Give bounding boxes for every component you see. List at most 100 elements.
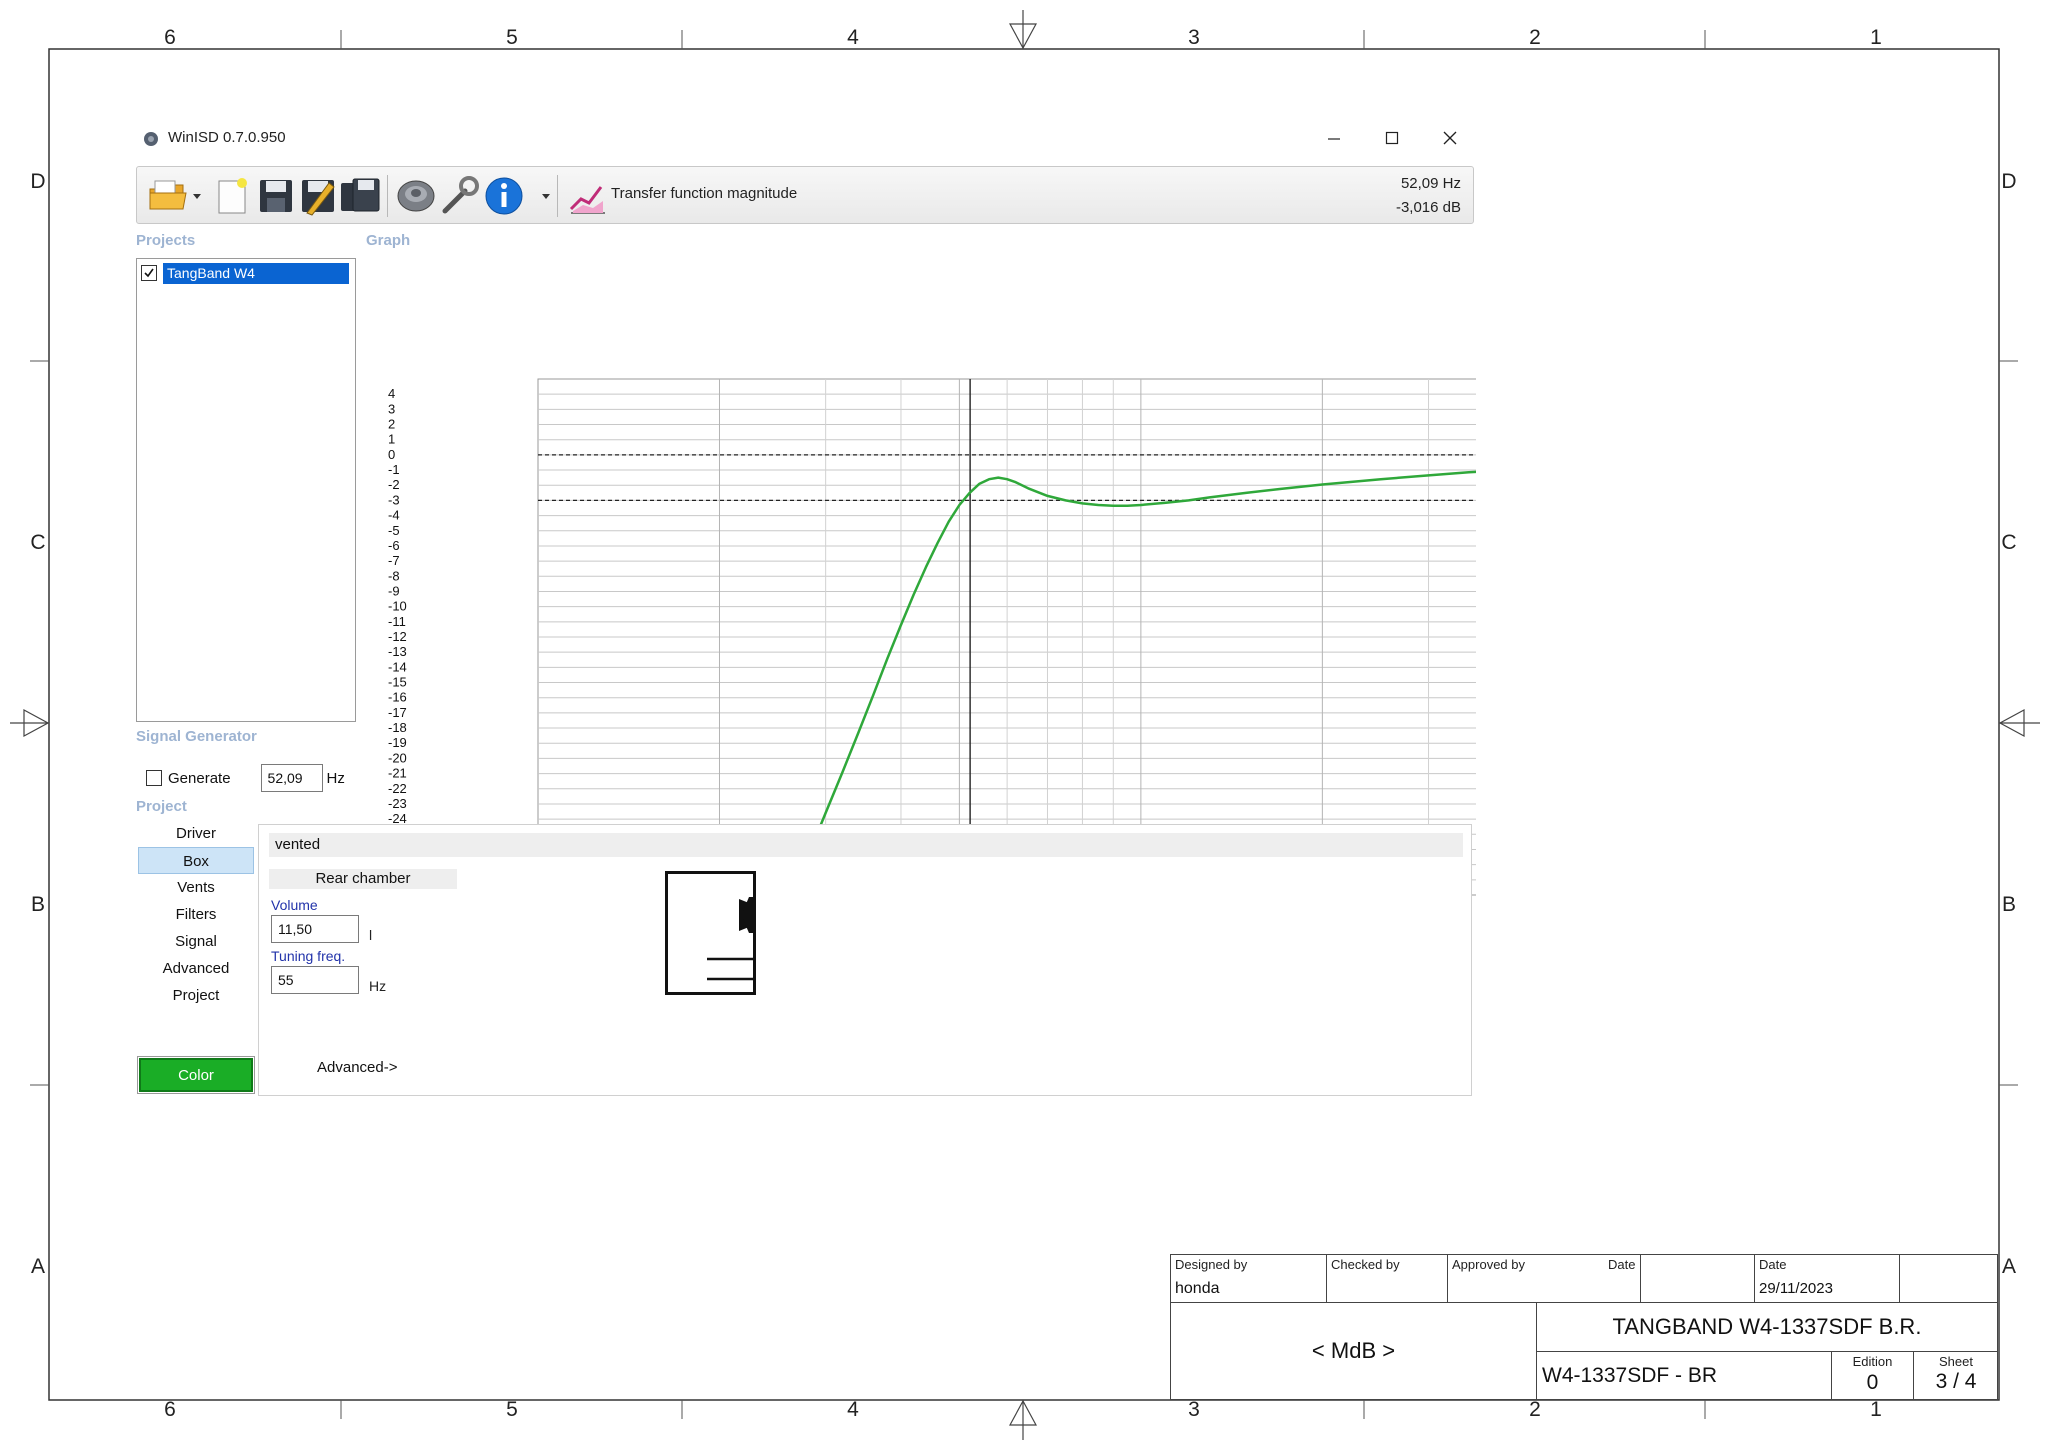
y-tick-label: -11 (388, 614, 406, 629)
date-label: Date (1759, 1257, 1787, 1272)
company-name: < MdB > (1311, 1338, 1396, 1363)
zone-column-label: 3 (1188, 1398, 1200, 1421)
volume-unit: l (369, 927, 373, 943)
zone-column-label: 2 (1529, 26, 1541, 49)
list-item[interactable]: TangBand W4 (141, 262, 349, 284)
zone-column-label: 5 (506, 26, 518, 49)
date-value: 29/11/2023 (1759, 1280, 1833, 1297)
new-project-icon[interactable] (211, 175, 253, 217)
drawing-title: TANGBAND W4-1337SDF B.R. (1612, 1314, 1922, 1339)
generate-checkbox[interactable] (146, 770, 162, 786)
nav-item-driver[interactable]: Driver (138, 820, 254, 847)
edition-value: 0 (1866, 1371, 1879, 1394)
winisd-window: WinISD 0.7.0.950 Transfer function magni… (136, 120, 1476, 1100)
title-block: Designed by honda Checked by Approved by… (1170, 1254, 1998, 1400)
approved-date-label: Date (1608, 1257, 1636, 1272)
save-icon[interactable] (255, 175, 297, 217)
nav-item-project[interactable]: Project (138, 982, 254, 1009)
y-tick-label: -15 (388, 675, 407, 690)
project-name[interactable]: TangBand W4 (163, 262, 349, 284)
save-as-icon[interactable] (297, 175, 339, 217)
y-axis-labels: 43210-1-2-3-4-5-6-7-8-9-10-11-12-13-14-1… (388, 386, 407, 887)
y-tick-label: -16 (388, 690, 407, 705)
y-tick-label: -17 (388, 705, 407, 720)
zone-row-label: D (2001, 170, 2017, 193)
y-tick-label: -13 (388, 644, 407, 659)
zone-column-label: 4 (847, 26, 859, 49)
y-tick-label: -12 (388, 629, 407, 644)
y-tick-label: 3 (388, 401, 395, 416)
graph-type-icon[interactable] (567, 175, 609, 217)
graph-label: Graph (366, 232, 411, 249)
y-tick-label: -1 (388, 462, 400, 477)
toolbar-separator (557, 175, 558, 217)
nav-item-vents[interactable]: Vents (138, 874, 254, 901)
project-checkbox[interactable] (141, 265, 157, 281)
zone-column-label: 6 (164, 1398, 176, 1421)
signal-generator-label: Signal Generator (136, 728, 257, 745)
tools-wrench-icon[interactable] (439, 175, 481, 217)
chevron-down-icon[interactable] (192, 193, 202, 201)
tuning-frequency-label: Tuning freq. (271, 948, 346, 964)
projects-label: Projects (136, 232, 196, 249)
speaker-app-icon (144, 132, 158, 146)
zone-row-label: C (30, 531, 46, 554)
y-tick-label: -3 (388, 492, 400, 507)
toolbar-separator (387, 175, 388, 217)
save-all-icon[interactable] (339, 175, 381, 217)
tuning-frequency-input[interactable]: 55 (271, 966, 359, 994)
close-button[interactable] (1428, 124, 1472, 152)
y-tick-label: -6 (388, 538, 400, 553)
zone-column-label: 5 (506, 1398, 518, 1421)
checkmark-icon (144, 268, 154, 278)
title-bar[interactable]: WinISD 0.7.0.950 (136, 120, 1476, 156)
designed-by-value: honda (1175, 1280, 1220, 1297)
y-tick-label: -23 (388, 796, 407, 811)
tuning-frequency-unit: Hz (369, 978, 387, 994)
driver-speaker-icon[interactable] (395, 175, 437, 217)
main-toolbar: Transfer function magnitude 52,09 Hz -3,… (136, 166, 1474, 224)
generate-label: Generate (168, 769, 231, 787)
y-tick-label: -21 (388, 766, 407, 781)
document-number: W4-1337SDF - BR (1542, 1364, 1718, 1387)
volume-label: Volume (271, 897, 318, 913)
advanced-button[interactable]: Advanced-> (317, 1059, 397, 1076)
y-tick-label: -7 (388, 553, 400, 568)
maximize-icon (1385, 131, 1399, 145)
cursor-level-readout: -3,016 dB (1395, 199, 1461, 216)
sheet-value: 3 / 4 (1935, 1370, 1977, 1393)
zone-row-label: B (2001, 893, 2016, 916)
close-icon (1443, 131, 1457, 145)
zone-row-label: D (30, 170, 46, 193)
y-tick-label: 4 (388, 386, 395, 401)
generator-frequency-input[interactable]: 52,09 (260, 764, 323, 792)
nav-item-box[interactable]: Box (138, 847, 254, 874)
nav-item-filters[interactable]: Filters (138, 901, 254, 928)
rear-chamber-header: Rear chamber (269, 869, 457, 889)
maximize-button[interactable] (1370, 124, 1414, 152)
zone-row-label: C (2001, 531, 2017, 554)
zone-row-label: B (30, 893, 45, 916)
zone-column-label: 2 (1529, 1398, 1541, 1421)
volume-input[interactable]: 11,50 (271, 915, 359, 943)
y-tick-label: -9 (388, 583, 400, 598)
checked-by-label: Checked by (1331, 1257, 1400, 1272)
y-tick-label: -5 (388, 523, 400, 538)
zone-column-label: 1 (1870, 1398, 1882, 1421)
nav-item-advanced[interactable]: Advanced (138, 955, 254, 982)
minimize-icon (1328, 138, 1340, 140)
y-tick-label: -18 (388, 720, 407, 735)
info-icon[interactable] (483, 175, 525, 217)
zone-column-label: 1 (1870, 26, 1882, 49)
chart-grid (537, 378, 1476, 896)
edition-label: Edition (1852, 1354, 1893, 1369)
graph-type-selector[interactable]: Transfer function magnitude (611, 185, 797, 202)
chevron-down-icon[interactable] (541, 193, 551, 201)
y-tick-label: -20 (388, 750, 407, 765)
minimize-button[interactable] (1312, 124, 1356, 152)
color-button[interactable]: Color (137, 1056, 255, 1094)
nav-item-signal[interactable]: Signal (138, 928, 254, 955)
box-panel: vented Rear chamber Volume 11,50 l Tunin… (258, 824, 1472, 1096)
y-tick-label: -19 (388, 735, 407, 750)
open-folder-icon[interactable] (147, 175, 189, 217)
